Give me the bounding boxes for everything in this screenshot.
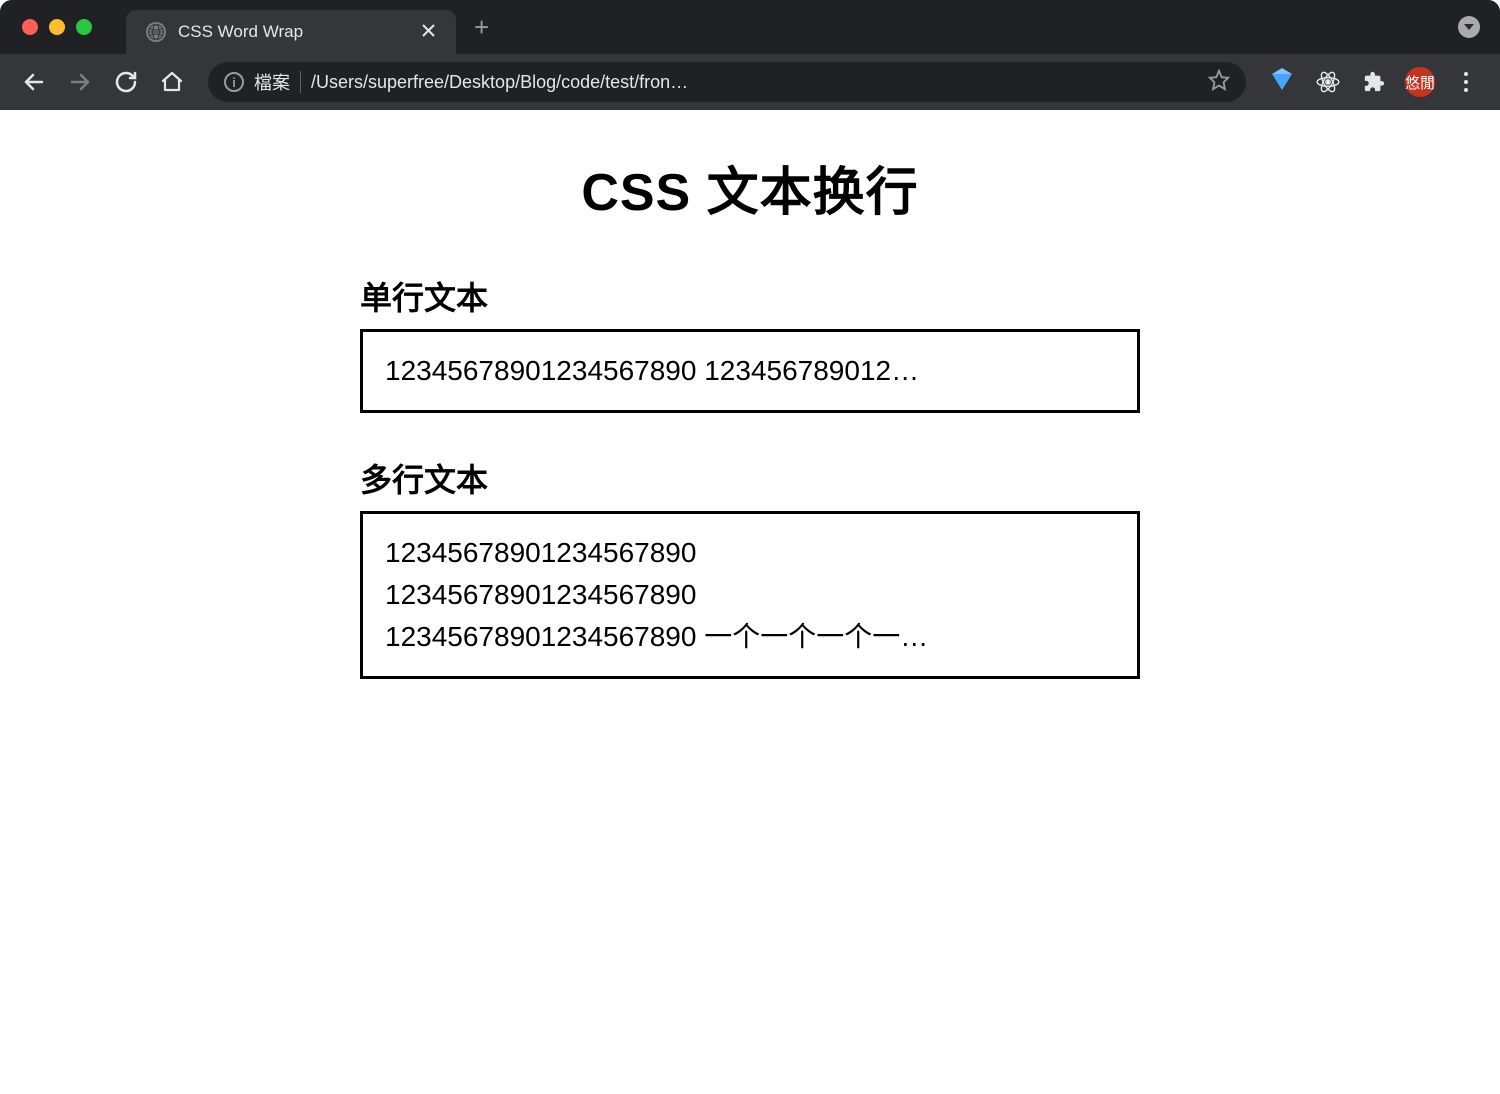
window-controls (22, 19, 92, 35)
site-info-icon[interactable]: i (224, 72, 244, 92)
close-tab-button[interactable] (418, 21, 438, 44)
tab-title: CSS Word Wrap (178, 22, 406, 42)
browser-menu-button[interactable] (1448, 64, 1484, 100)
close-window-button[interactable] (22, 19, 38, 35)
toolbar: i 檔案 /Users/superfree/Desktop/Blog/code/… (0, 54, 1500, 110)
sketch-extension-icon[interactable] (1264, 64, 1300, 100)
profile-avatar[interactable]: 悠閒 (1402, 64, 1438, 100)
page-title: CSS 文本换行 (360, 150, 1140, 225)
address-bar[interactable]: i 檔案 /Users/superfree/Desktop/Blog/code/… (208, 62, 1246, 102)
bookmark-star-icon[interactable] (1208, 69, 1230, 96)
title-bar: CSS Word Wrap + (0, 0, 1500, 54)
section-heading-multi: 多行文本 (360, 455, 1140, 501)
extensions-puzzle-icon[interactable] (1356, 64, 1392, 100)
back-button[interactable] (16, 64, 52, 100)
forward-button[interactable] (62, 64, 98, 100)
new-tab-button[interactable]: + (474, 12, 489, 43)
maximize-window-button[interactable] (76, 19, 92, 35)
url-path: /Users/superfree/Desktop/Blog/code/test/… (311, 72, 1198, 93)
url-separator (300, 71, 301, 93)
url-scheme: 檔案 (254, 69, 290, 95)
multi-line-text-box: 12345678901234567890 1234567890123456789… (360, 511, 1140, 679)
minimize-window-button[interactable] (49, 19, 65, 35)
single-line-text-box: 12345678901234567890 123456789012… (360, 329, 1140, 413)
tabs-dropdown-button[interactable] (1458, 16, 1480, 38)
page-content: CSS 文本换行 单行文本 12345678901234567890 12345… (0, 110, 1500, 679)
browser-tab[interactable]: CSS Word Wrap (126, 10, 456, 54)
browser-chrome: CSS Word Wrap + i 檔案 /Users/superfree/De… (0, 0, 1500, 110)
section-heading-single: 单行文本 (360, 273, 1140, 319)
avatar-badge: 悠閒 (1405, 67, 1435, 97)
globe-icon (146, 22, 166, 42)
react-devtools-extension-icon[interactable] (1310, 64, 1346, 100)
reload-button[interactable] (108, 64, 144, 100)
home-button[interactable] (154, 64, 190, 100)
